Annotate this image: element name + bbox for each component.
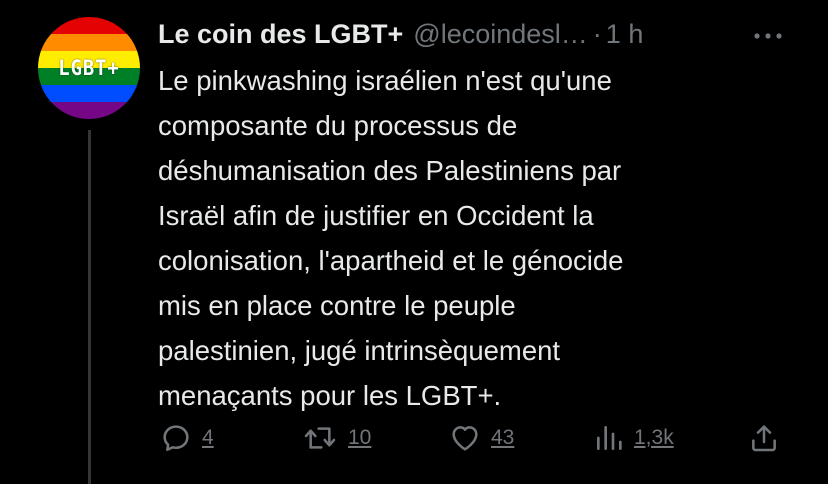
tweet-text-line: Israël afin de justifier en Occident la: [158, 200, 594, 231]
avatar[interactable]: LGBT+: [38, 17, 140, 119]
tweet-text-line: menaçants pour les LGBT+.: [158, 380, 502, 411]
retweet-icon: [302, 422, 338, 454]
bar-chart-icon: [594, 422, 624, 454]
heart-icon: [449, 422, 481, 454]
tweet-header: Le coin des LGBT+ @lecoindesl… · 1 h: [158, 14, 798, 54]
tweet-text-line: déshumanisation des Palestiniens par: [158, 155, 622, 186]
tweet-text-line: composante du processus de: [158, 110, 518, 141]
reply-button[interactable]: 4: [160, 418, 214, 458]
retweet-count[interactable]: 10: [348, 426, 371, 450]
reply-count[interactable]: 4: [202, 426, 214, 450]
display-name[interactable]: Le coin des LGBT+: [158, 19, 403, 50]
tweet-text-line: Le pinkwashing israélien n'est qu'une: [158, 65, 612, 96]
share-icon: [748, 422, 780, 454]
tweet-text-line: mis en place contre le peuple: [158, 290, 516, 321]
share-button[interactable]: [748, 418, 780, 458]
timestamp[interactable]: 1 h: [606, 19, 644, 50]
retweet-button[interactable]: 10: [302, 418, 371, 458]
like-count[interactable]: 43: [491, 426, 514, 450]
tweet[interactable]: LGBT+ Le coin des LGBT+ @lecoindesl… · 1…: [0, 0, 828, 484]
like-button[interactable]: 43: [449, 418, 514, 458]
views-count[interactable]: 1,3k: [634, 426, 674, 450]
action-bar: 4 10 43 1,3k: [0, 418, 828, 458]
separator-dot: ·: [592, 18, 602, 49]
tweet-text-line: palestinien, jugé intrinsèquement: [158, 335, 561, 366]
reply-icon: [160, 422, 192, 454]
avatar-logo-text: LGBT+: [58, 56, 120, 80]
tweet-text: Le pinkwashing israélien n'est qu'une co…: [158, 58, 798, 418]
tweet-text-line: colonisation, l'apartheid et le génocide: [158, 245, 624, 276]
user-handle[interactable]: @lecoindesl…: [413, 19, 588, 50]
views-button[interactable]: 1,3k: [594, 418, 674, 458]
more-options-button[interactable]: [748, 16, 788, 56]
more-icon: [753, 27, 783, 45]
